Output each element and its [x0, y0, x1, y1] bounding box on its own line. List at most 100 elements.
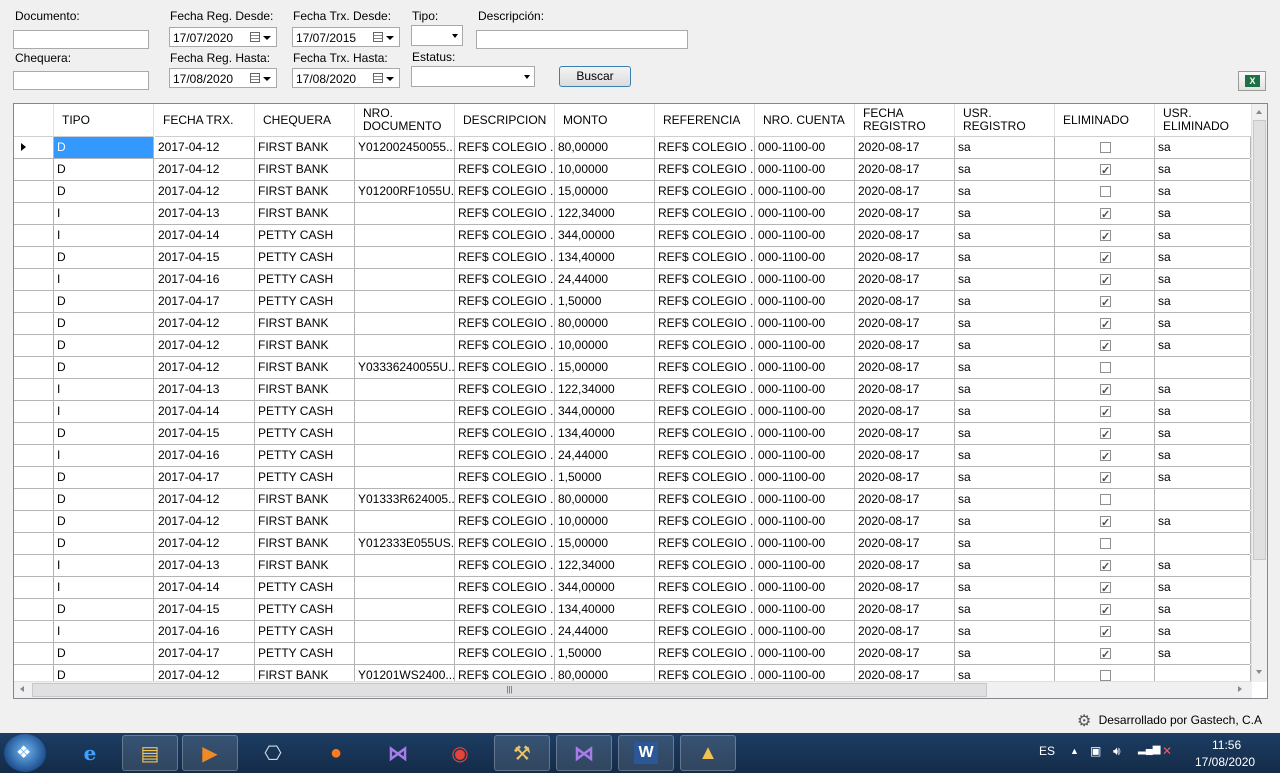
checkbox-unchecked[interactable]: [1100, 142, 1111, 153]
cell-tipo[interactable]: D: [54, 335, 154, 356]
checkbox-unchecked[interactable]: [1100, 362, 1111, 373]
cell-usre[interactable]: sa: [1155, 137, 1251, 158]
cell-monto[interactable]: 344,00000: [555, 225, 655, 246]
checkbox-checked[interactable]: [1100, 161, 1111, 180]
cell-doc[interactable]: [355, 555, 455, 576]
file-explorer-icon[interactable]: ▤: [122, 735, 178, 771]
cell-doc[interactable]: [355, 159, 455, 180]
cell-usr[interactable]: sa: [955, 577, 1055, 598]
cell-desc[interactable]: REF$ COLEGIO ...: [455, 621, 555, 642]
cell-chequera[interactable]: PETTY CASH: [255, 621, 355, 642]
cell-usr[interactable]: sa: [955, 401, 1055, 422]
cell-tipo[interactable]: D: [54, 247, 154, 268]
row-header[interactable]: [14, 467, 54, 488]
cell-usre[interactable]: sa: [1155, 379, 1251, 400]
cell-elim[interactable]: [1055, 533, 1155, 554]
cell-fecha[interactable]: 2017-04-14: [155, 577, 255, 598]
cell-usr[interactable]: sa: [955, 137, 1055, 158]
table-row[interactable]: I 2017-04-16 PETTY CASH REF$ COLEGIO ... 24,…: [14, 445, 1251, 467]
cell-fecha[interactable]: 2017-04-16: [155, 445, 255, 466]
cell-ref[interactable]: REF$ COLEGIO ...: [655, 599, 755, 620]
cell-desc[interactable]: REF$ COLEGIO ...: [455, 643, 555, 664]
cell-tipo[interactable]: D: [54, 643, 154, 664]
table-row[interactable]: I 2017-04-14 PETTY CASH REF$ COLEGIO ... 344…: [14, 225, 1251, 247]
cell-doc[interactable]: [355, 511, 455, 532]
checkbox-unchecked[interactable]: [1100, 186, 1111, 197]
cell-usr[interactable]: sa: [955, 379, 1055, 400]
cell-cuenta[interactable]: 000-1100-00: [755, 577, 855, 598]
cell-elim[interactable]: [1055, 467, 1155, 488]
cell-usre[interactable]: [1155, 489, 1251, 510]
cell-elim[interactable]: [1055, 423, 1155, 444]
cell-desc[interactable]: REF$ COLEGIO ...: [455, 137, 555, 158]
cell-cuenta[interactable]: 000-1100-00: [755, 423, 855, 444]
cell-fecha[interactable]: 2017-04-15: [155, 247, 255, 268]
cell-freg[interactable]: 2020-08-17: [855, 577, 955, 598]
cell-ref[interactable]: REF$ COLEGIO ...: [655, 511, 755, 532]
row-header[interactable]: [14, 621, 54, 642]
cell-fecha[interactable]: 2017-04-15: [155, 423, 255, 444]
checkbox-unchecked[interactable]: [1100, 670, 1111, 681]
cell-usre[interactable]: sa: [1155, 643, 1251, 664]
cell-tipo[interactable]: D: [54, 137, 154, 158]
cell-freg[interactable]: 2020-08-17: [855, 313, 955, 334]
cell-ref[interactable]: REF$ COLEGIO ...: [655, 313, 755, 334]
table-row[interactable]: D 2017-04-12 FIRST BANK REF$ COLEGIO ... 10,…: [14, 511, 1251, 533]
cell-usre[interactable]: sa: [1155, 247, 1251, 268]
row-header[interactable]: [14, 247, 54, 268]
cell-elim[interactable]: [1055, 269, 1155, 290]
cell-cuenta[interactable]: 000-1100-00: [755, 335, 855, 356]
cell-tipo[interactable]: I: [54, 577, 154, 598]
cell-usr[interactable]: sa: [955, 423, 1055, 444]
cell-usr[interactable]: sa: [955, 181, 1055, 202]
cell-ref[interactable]: REF$ COLEGIO ...: [655, 137, 755, 158]
vertical-scroll-thumb[interactable]: [1253, 120, 1266, 560]
cell-chequera[interactable]: PETTY CASH: [255, 401, 355, 422]
cell-doc[interactable]: Y01333R624005...: [355, 489, 455, 510]
cell-usr[interactable]: sa: [955, 467, 1055, 488]
row-header[interactable]: [14, 379, 54, 400]
cell-chequera[interactable]: PETTY CASH: [255, 225, 355, 246]
horizontal-scrollbar[interactable]: |||: [14, 681, 1252, 698]
cell-elim[interactable]: [1055, 159, 1155, 180]
cell-elim[interactable]: [1055, 643, 1155, 664]
cell-doc[interactable]: [355, 401, 455, 422]
clock-date[interactable]: 17/08/2020: [1195, 755, 1255, 769]
cell-freg[interactable]: 2020-08-17: [855, 181, 955, 202]
cell-cuenta[interactable]: 000-1100-00: [755, 599, 855, 620]
checkbox-unchecked[interactable]: [1100, 538, 1111, 549]
cell-cuenta[interactable]: 000-1100-00: [755, 621, 855, 642]
cell-chequera[interactable]: FIRST BANK: [255, 489, 355, 510]
cell-doc[interactable]: [355, 599, 455, 620]
row-header[interactable]: [14, 599, 54, 620]
cell-ref[interactable]: REF$ COLEGIO ...: [655, 467, 755, 488]
cell-freg[interactable]: 2020-08-17: [855, 379, 955, 400]
cell-doc[interactable]: Y012333E055US...: [355, 533, 455, 554]
volume-icon[interactable]: 🔊︎: [1113, 744, 1121, 759]
row-header[interactable]: [14, 401, 54, 422]
cell-freg[interactable]: 2020-08-17: [855, 555, 955, 576]
cell-monto[interactable]: 10,00000: [555, 335, 655, 356]
checkbox-checked[interactable]: [1100, 557, 1111, 576]
cell-monto[interactable]: 1,50000: [555, 467, 655, 488]
cell-chequera[interactable]: FIRST BANK: [255, 357, 355, 378]
cell-chequera[interactable]: PETTY CASH: [255, 423, 355, 444]
checkbox-checked[interactable]: [1100, 403, 1111, 422]
cell-doc[interactable]: [355, 577, 455, 598]
cell-fecha[interactable]: 2017-04-12: [155, 181, 255, 202]
export-excel-button[interactable]: X: [1238, 71, 1266, 91]
estatus-select[interactable]: [411, 66, 535, 87]
row-header[interactable]: [14, 423, 54, 444]
row-header[interactable]: [14, 577, 54, 598]
cell-tipo[interactable]: I: [54, 621, 154, 642]
chrome-icon[interactable]: ◉: [432, 735, 488, 771]
row-header[interactable]: [14, 555, 54, 576]
cell-tipo[interactable]: D: [54, 313, 154, 334]
row-header[interactable]: [14, 203, 54, 224]
cell-doc[interactable]: [355, 379, 455, 400]
cell-ref[interactable]: REF$ COLEGIO ...: [655, 643, 755, 664]
visual-studio-icon[interactable]: ⋈: [370, 735, 426, 771]
checkbox-checked[interactable]: [1100, 205, 1111, 224]
chequera-input[interactable]: [13, 71, 149, 90]
cell-elim[interactable]: [1055, 335, 1155, 356]
